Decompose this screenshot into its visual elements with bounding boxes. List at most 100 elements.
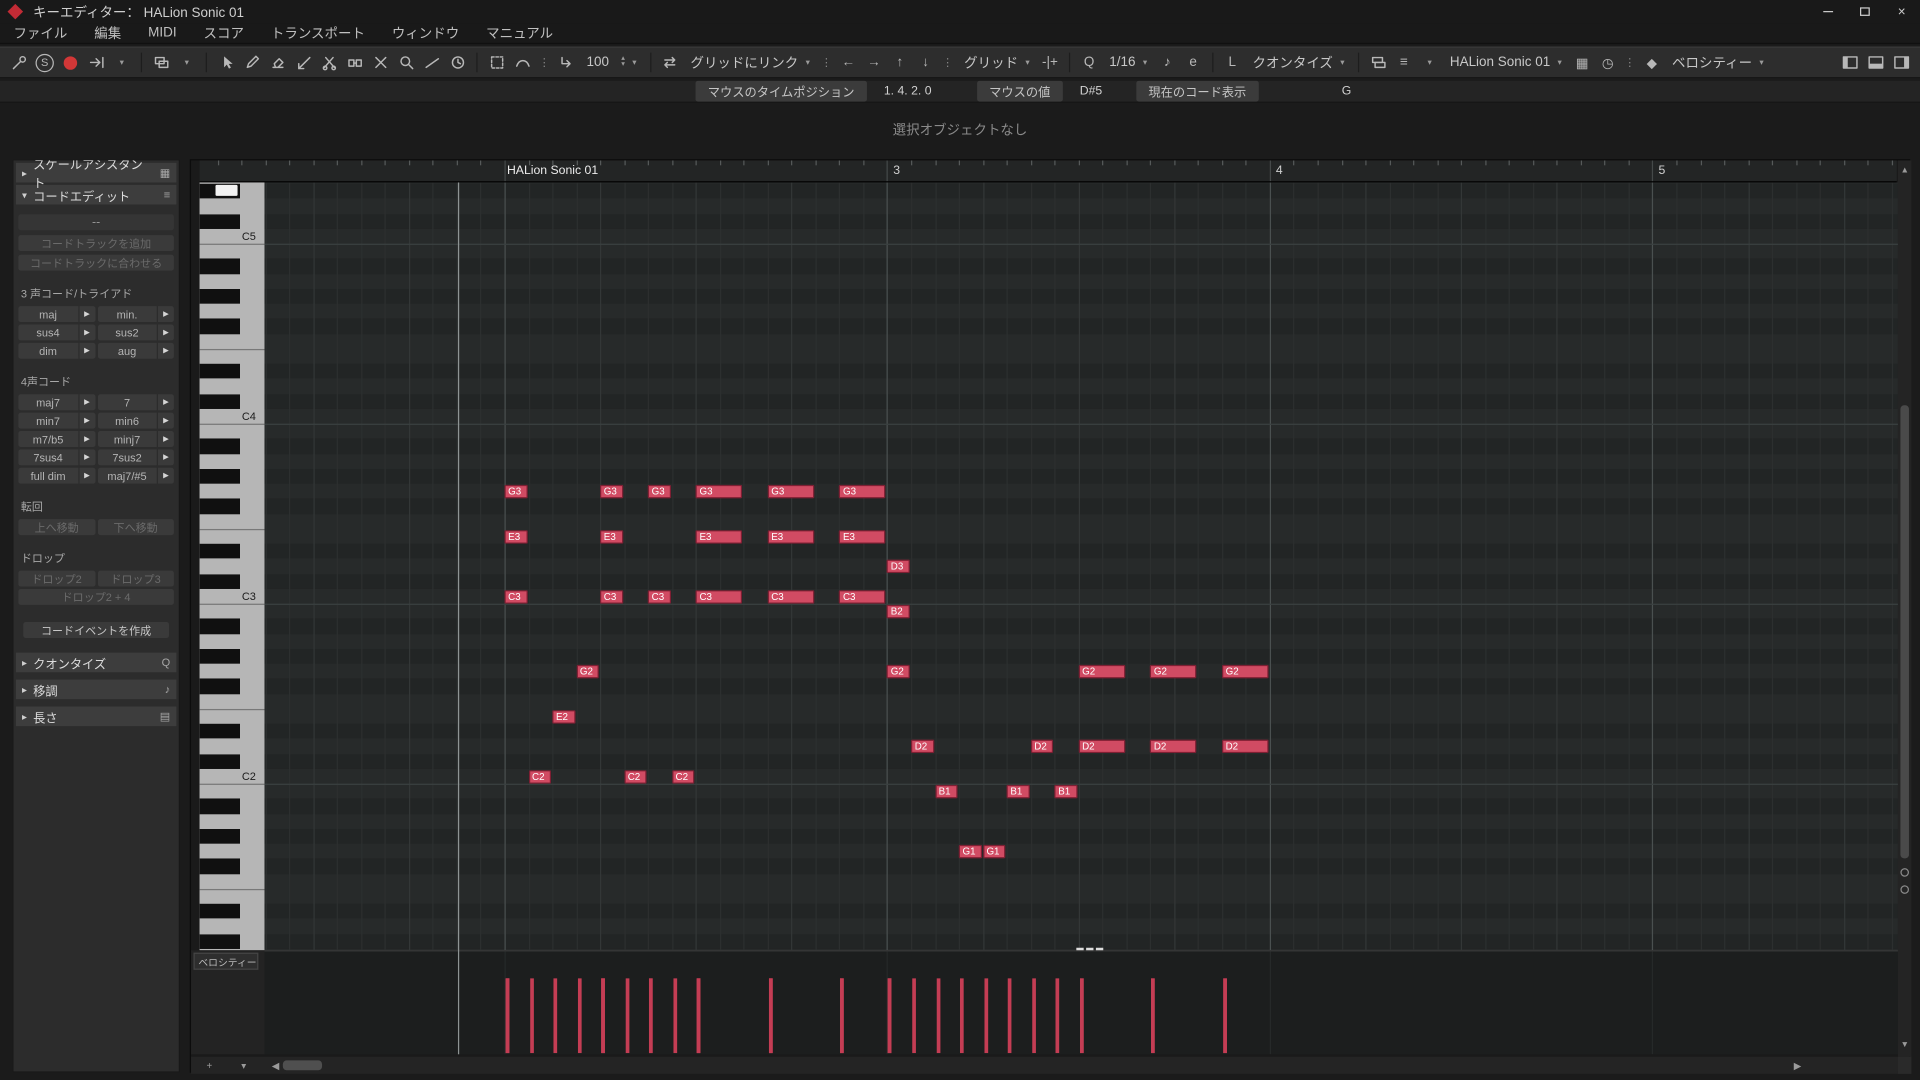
link-to-grid-select[interactable]: グリッドにリンク▾: [684, 51, 816, 73]
velocity-bar[interactable]: [625, 978, 629, 1053]
black-key[interactable]: [200, 574, 240, 589]
midi-note[interactable]: C2: [672, 770, 695, 783]
black-key[interactable]: [200, 259, 240, 274]
part-list-caret[interactable]: ▾: [175, 50, 198, 74]
midi-note[interactable]: E3: [600, 530, 623, 543]
line-tool[interactable]: [420, 50, 443, 74]
menu-score[interactable]: スコア: [190, 23, 257, 43]
chord-display[interactable]: --: [18, 214, 174, 230]
midi-note[interactable]: B2: [887, 605, 910, 618]
apply-quantize-icon[interactable]: Q: [1077, 50, 1100, 74]
black-key[interactable]: [200, 724, 240, 739]
glue-tool[interactable]: [343, 50, 366, 74]
midi-note[interactable]: C3: [839, 590, 886, 603]
left-zone-toggle[interactable]: [1838, 50, 1861, 74]
scroll-up-button[interactable]: ▲: [1898, 163, 1911, 178]
insert-velocity-control[interactable]: 100 ▴▾ ▾: [580, 51, 642, 73]
white-key[interactable]: [200, 454, 265, 469]
move-down-chord-button[interactable]: 下へ移動: [97, 519, 174, 535]
zoom-in-button[interactable]: [1900, 868, 1909, 877]
black-key[interactable]: [200, 859, 240, 874]
matrix-icon[interactable]: ▦: [1570, 50, 1593, 74]
midi-note[interactable]: G2: [1150, 665, 1197, 678]
midi-note[interactable]: B1: [935, 785, 958, 798]
white-key[interactable]: [200, 694, 265, 709]
chord-button-dim[interactable]: dim▶: [18, 343, 95, 359]
midi-note[interactable]: D2: [1031, 740, 1054, 753]
acoustic-feedback-button[interactable]: [59, 50, 82, 74]
velocity-bar[interactable]: [912, 978, 916, 1053]
zoom-out-button[interactable]: [1900, 885, 1909, 894]
velocity-bar[interactable]: [673, 978, 677, 1053]
erase-tool[interactable]: [266, 50, 289, 74]
midi-note[interactable]: C3: [504, 590, 527, 603]
chord-button-sus4[interactable]: sus4▶: [18, 324, 95, 340]
velocity-bar[interactable]: [769, 978, 773, 1053]
black-key[interactable]: [200, 394, 240, 409]
time-warp-tool[interactable]: [446, 50, 469, 74]
chord-play-icon[interactable]: ▶: [79, 468, 95, 484]
white-key[interactable]: [200, 814, 265, 829]
create-chord-event-button[interactable]: コードイベントを作成: [23, 622, 169, 638]
midi-note[interactable]: G2: [1078, 665, 1125, 678]
white-key[interactable]: [200, 199, 265, 214]
mouse-value-value[interactable]: D#5: [1080, 84, 1114, 97]
scroll-right-button[interactable]: ▶: [1789, 1057, 1806, 1074]
move-up-chord-button[interactable]: 上へ移動: [18, 519, 95, 535]
autoscroll-button[interactable]: [84, 50, 107, 74]
white-key[interactable]: [200, 919, 265, 934]
section-scale-assistant[interactable]: ▸ スケールアシスタント ▦: [16, 163, 176, 183]
velocity-bar[interactable]: [554, 978, 558, 1053]
midi-link-icon[interactable]: [659, 50, 682, 74]
vertical-scroll-thumb[interactable]: [1900, 405, 1909, 858]
chord-play-icon[interactable]: ▶: [158, 468, 174, 484]
velocity-bar[interactable]: [1223, 978, 1227, 1053]
white-key[interactable]: [200, 844, 265, 859]
white-key[interactable]: [200, 874, 265, 889]
white-key[interactable]: [200, 379, 265, 394]
chord-button-7sus2[interactable]: 7sus2▶: [97, 449, 174, 465]
white-key[interactable]: [200, 514, 265, 529]
chord-button-min6[interactable]: min6▶: [97, 413, 174, 429]
velocity-bar[interactable]: [1056, 978, 1060, 1053]
white-key[interactable]: [200, 484, 265, 499]
lane-resize-handle[interactable]: [1076, 948, 1103, 950]
midi-note[interactable]: G3: [768, 485, 815, 498]
chord-button-fulldim[interactable]: full dim▶: [18, 468, 95, 484]
velocity-bar[interactable]: [530, 978, 534, 1053]
velocity-stepper[interactable]: ▴▾: [621, 56, 625, 68]
midi-note[interactable]: E3: [839, 530, 886, 543]
menu-file[interactable]: ファイル: [0, 23, 81, 43]
black-key[interactable]: [200, 829, 240, 844]
section-transpose[interactable]: ▸ 移調 ♪: [16, 680, 176, 700]
velocity-bar[interactable]: [1151, 978, 1155, 1053]
midi-note[interactable]: C2: [624, 770, 647, 783]
add-chord-track-button[interactable]: コードトラックを追加: [18, 235, 174, 251]
lane-options-caret[interactable]: ▾: [235, 1057, 252, 1074]
minimize-button[interactable]: [1810, 0, 1847, 23]
midi-note[interactable]: G3: [504, 485, 527, 498]
velocity-caret[interactable]: ▾: [632, 58, 636, 68]
chord-button-7[interactable]: 7▶: [97, 394, 174, 410]
chord-play-icon[interactable]: ▶: [79, 324, 95, 340]
menu-manual[interactable]: マニュアル: [473, 23, 567, 43]
open-quantize-panel-icon[interactable]: e: [1181, 50, 1204, 74]
velocity-bar[interactable]: [936, 978, 940, 1053]
quantize-preset-select[interactable]: 1/16▾: [1103, 51, 1153, 73]
white-key[interactable]: [200, 604, 265, 619]
chord-play-icon[interactable]: ▶: [79, 431, 95, 447]
split-tool[interactable]: [317, 50, 340, 74]
midi-note[interactable]: E3: [768, 530, 815, 543]
vertical-scrollbar[interactable]: ▲ ▼: [1898, 160, 1911, 1056]
white-key[interactable]: [200, 559, 265, 574]
velocity-bar[interactable]: [649, 978, 653, 1053]
velocity-bar[interactable]: [960, 978, 964, 1053]
close-button[interactable]: ×: [1883, 0, 1920, 23]
white-key[interactable]: [200, 889, 265, 904]
midi-note[interactable]: G3: [648, 485, 671, 498]
piano-keyboard[interactable]: C5C4C3C2: [200, 182, 265, 950]
autoscroll-options-caret[interactable]: ▾: [110, 50, 133, 74]
white-key[interactable]: [200, 709, 265, 724]
black-key[interactable]: [200, 649, 240, 664]
black-key[interactable]: [200, 754, 240, 769]
